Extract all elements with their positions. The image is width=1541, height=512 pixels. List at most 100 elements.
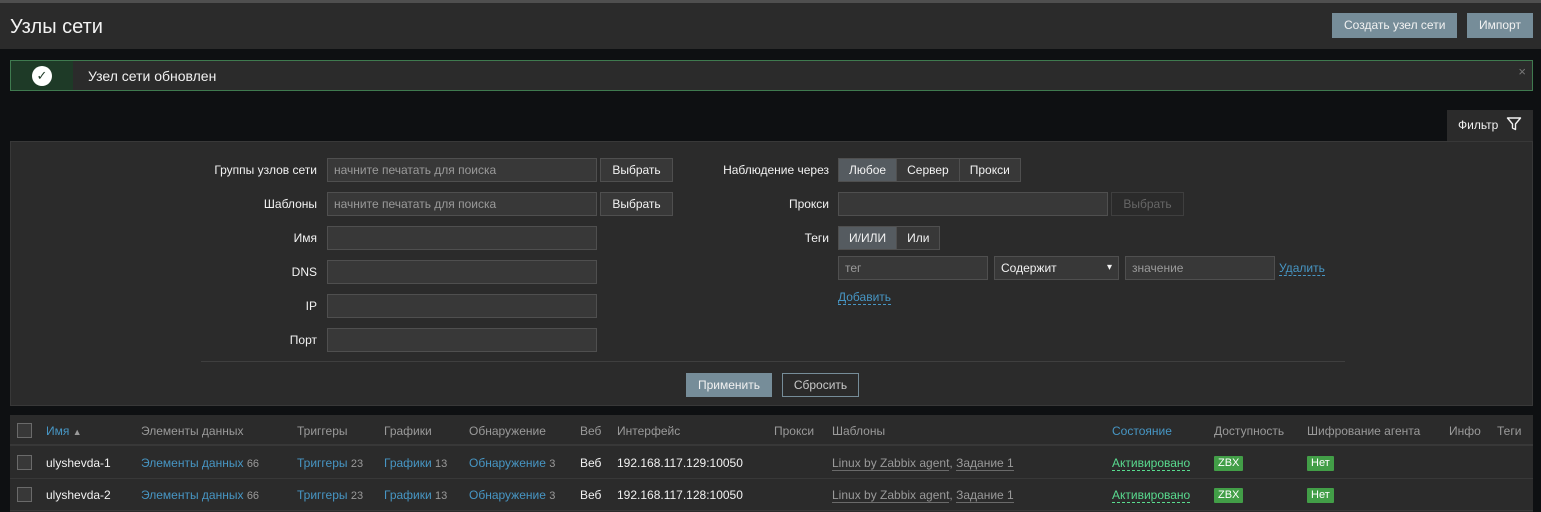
import-button[interactable]: Импорт	[1467, 13, 1533, 38]
availability-badge: ZBX	[1214, 488, 1244, 503]
graphs-link[interactable]: Графики	[384, 456, 432, 470]
row-checkbox[interactable]	[17, 487, 32, 502]
triggers-cell: Триггеры 23	[297, 488, 363, 502]
interface-cell: 192.168.117.129:10050	[617, 456, 743, 470]
name-input[interactable]	[327, 226, 597, 250]
triggers-count: 23	[350, 490, 364, 502]
column-proxy-header: Прокси	[774, 424, 815, 438]
template-separator: ,	[949, 488, 953, 502]
filter-tab[interactable]: Фильтр	[1447, 110, 1533, 141]
availability-badge: ZBX	[1214, 456, 1244, 471]
dns-label: DNS	[291, 265, 317, 279]
templates-cell: Linux by Zabbix agent, Задание 1	[832, 488, 1014, 503]
template-link[interactable]: Задание 1	[956, 488, 1014, 503]
column-info-header: Инфо	[1449, 424, 1481, 438]
discovery-cell: Обнаружение 3	[469, 456, 555, 470]
tag-value-input[interactable]	[1125, 256, 1275, 280]
monitored-by-server[interactable]: Сервер	[896, 159, 959, 181]
template-separator: ,	[949, 456, 953, 470]
apply-button[interactable]: Применить	[686, 373, 772, 397]
graphs-link[interactable]: Графики	[384, 488, 432, 502]
column-tags-header: Теги	[1497, 424, 1522, 438]
tag-operator-select[interactable]: Содержит ▾	[994, 256, 1119, 280]
template-link[interactable]: Linux by Zabbix agent	[832, 456, 950, 471]
triggers-link[interactable]: Триггеры	[297, 456, 348, 470]
ip-input[interactable]	[327, 294, 597, 318]
template-link[interactable]: Задание 1	[956, 456, 1014, 471]
tags-and-or[interactable]: И/ИЛИ	[839, 227, 897, 249]
host-groups-select-button[interactable]: Выбрать	[600, 158, 673, 182]
tags-label: Теги	[804, 231, 829, 245]
select-all-checkbox[interactable]	[17, 423, 32, 438]
graphs-count: 13	[435, 490, 448, 502]
proxy-select-button[interactable]: Выбрать	[1111, 192, 1184, 216]
column-interface-header: Интерфейс	[617, 424, 681, 438]
discovery-link[interactable]: Обнаружение	[469, 456, 546, 470]
column-name-label: Имя	[46, 424, 70, 438]
graphs-cell: Графики 13	[384, 488, 447, 502]
dns-input[interactable]	[327, 260, 597, 284]
templates-input[interactable]	[327, 192, 597, 216]
status-cell: Активировано	[1112, 488, 1191, 503]
availability-cell: ZBX	[1214, 487, 1244, 503]
status-toggle[interactable]: Активировано	[1112, 488, 1191, 503]
availability-cell: ZBX	[1214, 455, 1244, 471]
column-templates-header: Шаблоны	[832, 424, 886, 438]
monitored-by-label: Наблюдение через	[723, 163, 829, 177]
port-label: Порт	[289, 333, 317, 347]
page-title: Узлы сети	[10, 16, 103, 38]
status-cell: Активировано	[1112, 456, 1191, 471]
table-row: ulyshevda-2 Элементы данных 66 Триггеры …	[10, 479, 1533, 511]
table-header: Имя ▲ Элементы данных Триггеры Графики О…	[10, 415, 1533, 446]
tag-operator-value: Содержит	[1001, 261, 1057, 275]
template-link[interactable]: Linux by Zabbix agent	[832, 488, 950, 503]
column-name-header[interactable]: Имя ▲	[46, 424, 82, 438]
encryption-cell: Нет	[1307, 487, 1334, 503]
filter-tab-label: Фильтр	[1458, 118, 1499, 132]
reset-button[interactable]: Сбросить	[782, 373, 859, 397]
status-toggle[interactable]: Активировано	[1112, 456, 1191, 471]
filter-panel: Группы узлов сети Выбрать Шаблоны Выбрат…	[10, 141, 1533, 406]
items-count: 66	[246, 490, 260, 502]
tag-name-input[interactable]	[838, 256, 988, 280]
table-row: ulyshevda-1 Элементы данных 66 Триггеры …	[10, 447, 1533, 479]
discovery-link[interactable]: Обнаружение	[469, 488, 546, 502]
proxy-label: Прокси	[788, 197, 829, 211]
chevron-down-icon: ▾	[1106, 262, 1112, 273]
web-link[interactable]: Веб	[580, 456, 601, 470]
templates-select-button[interactable]: Выбрать	[600, 192, 673, 216]
close-icon[interactable]: ×	[1518, 64, 1526, 79]
items-link[interactable]: Элементы данных	[141, 488, 243, 502]
tags-or[interactable]: Или	[896, 227, 940, 249]
items-link[interactable]: Элементы данных	[141, 456, 243, 470]
templates-label: Шаблоны	[263, 197, 317, 211]
column-web-header: Веб	[580, 424, 602, 438]
ip-label: IP	[305, 299, 317, 313]
create-host-button[interactable]: Создать узел сети	[1332, 13, 1458, 38]
row-checkbox[interactable]	[17, 455, 32, 470]
tags-evaltype-toggle: И/ИЛИ Или	[838, 226, 941, 250]
triggers-link[interactable]: Триггеры	[297, 488, 348, 502]
column-status-header[interactable]: Состояние	[1112, 424, 1172, 438]
encryption-cell: Нет	[1307, 455, 1334, 471]
host-name-link[interactable]: ulyshevda-2	[46, 488, 111, 502]
column-discovery-header: Обнаружение	[469, 424, 546, 438]
column-availability-header: Доступность	[1214, 424, 1285, 438]
graphs-cell: Графики 13	[384, 456, 447, 470]
web-link[interactable]: Веб	[580, 488, 601, 502]
host-groups-input[interactable]	[327, 158, 597, 182]
monitored-by-proxy[interactable]: Прокси	[958, 159, 1020, 181]
discovery-cell: Обнаружение 3	[469, 488, 555, 502]
column-graphs-header: Графики	[384, 424, 432, 438]
monitored-by-any[interactable]: Любое	[839, 159, 897, 181]
message-icon-box: ✓	[11, 61, 73, 90]
proxy-input[interactable]	[838, 192, 1108, 216]
column-encryption-header: Шифрование агента	[1307, 424, 1421, 438]
page-header: Узлы сети Создать узел сети Импорт	[0, 3, 1541, 49]
tag-remove-link[interactable]: Удалить	[1279, 261, 1325, 276]
host-name-link[interactable]: ulyshevda-1	[46, 456, 111, 470]
tag-add-link[interactable]: Добавить	[838, 290, 892, 305]
interface-cell: 192.168.117.128:10050	[617, 488, 743, 502]
port-input[interactable]	[327, 328, 597, 352]
filter-icon	[1506, 117, 1522, 131]
